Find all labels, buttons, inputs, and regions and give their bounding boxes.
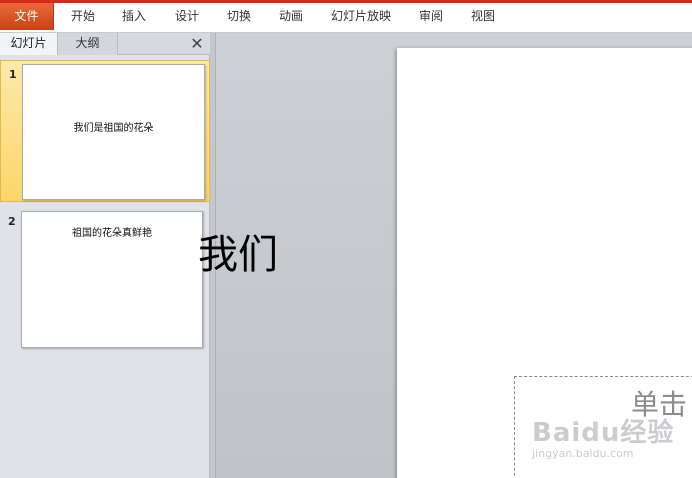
tab-design[interactable]: 设计 [175,3,199,30]
pane-tab-strip: 幻灯片 大纲 ✕ [0,33,210,55]
slide-title-text[interactable]: 我们 [198,222,278,280]
slide-thumbnail-2[interactable]: 祖国的花朵真鲜艳 [21,211,203,348]
baidu-watermark: Baidu经验 jingyan.baidu.com [532,412,674,460]
powerpoint-window: 文件 开始 插入 设计 切换 动画 幻灯片放映 审阅 视图 幻灯片 大纲 ✕ 1… [0,0,692,478]
file-tab[interactable]: 文件 [0,3,54,30]
tab-transitions[interactable]: 切换 [227,3,251,30]
slide-thumbnail-title: 我们是祖国的花朵 [73,123,154,134]
tab-outline[interactable]: 大纲 [58,33,118,55]
tab-review[interactable]: 审阅 [419,3,443,30]
slide-thumbnail-title: 祖国的花朵真鲜艳 [72,228,152,239]
close-pane-icon[interactable]: ✕ [188,34,206,53]
tab-slides[interactable]: 幻灯片 [0,33,58,55]
slide-thumbnail-row-2[interactable]: 2 祖国的花朵真鲜艳 [0,208,210,350]
tab-home[interactable]: 开始 [71,3,95,30]
slide-number: 1 [9,68,17,81]
slides-pane: 幻灯片 大纲 ✕ 1 我们是祖国的花朵 2 祖国的花朵真鲜艳 [0,33,210,478]
tab-animations[interactable]: 动画 [279,3,303,30]
tab-view[interactable]: 视图 [471,3,495,30]
slide-thumbnail-1[interactable]: 我们是祖国的花朵 [22,64,205,200]
slide-number: 2 [8,215,16,228]
ribbon-tab-bar: 文件 开始 插入 设计 切换 动画 幻灯片放映 审阅 视图 [0,0,692,33]
watermark-brand: Baidu经验 [532,418,675,448]
tab-slideshow[interactable]: 幻灯片放映 [331,3,391,30]
slide-thumbnail-row-1[interactable]: 1 我们是祖国的花朵 [0,60,210,202]
tab-insert[interactable]: 插入 [122,3,146,30]
